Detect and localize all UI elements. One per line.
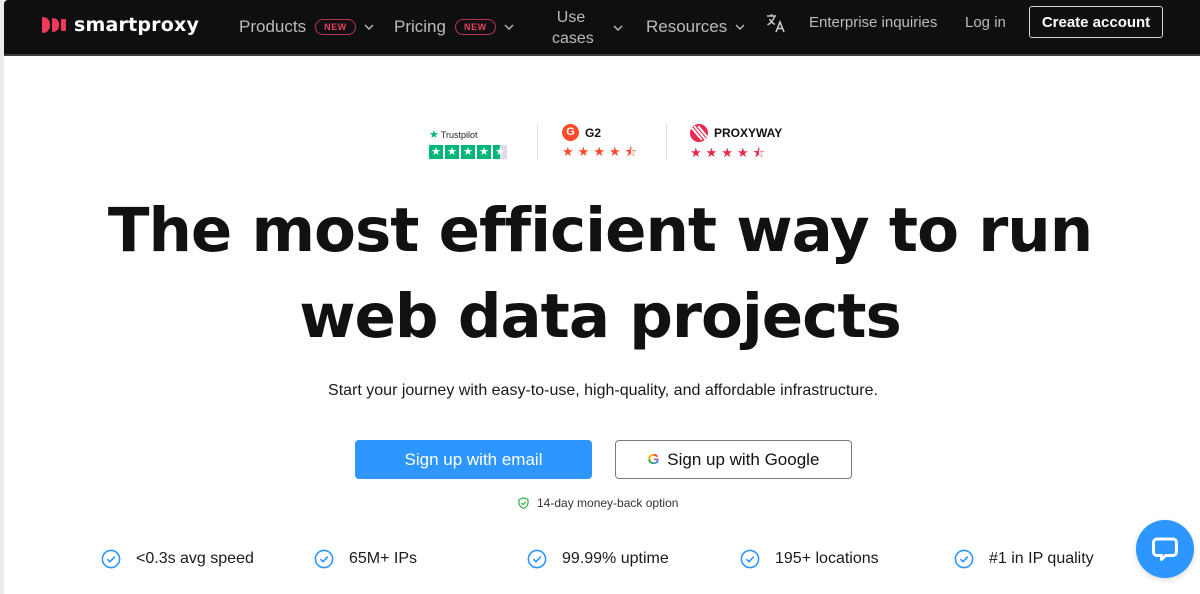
proxyway-rating[interactable]: PROXYWAY ★ ★ ★ ★ ⯪ [690, 124, 782, 160]
nav-pricing[interactable]: Pricing NEW [394, 17, 515, 37]
sign-up-google-button[interactable]: G Sign up with Google [615, 440, 852, 479]
logo-mark-icon [42, 17, 66, 33]
star-icon: ★ [562, 144, 574, 159]
half-star-icon: ⯪ [752, 145, 765, 160]
trustpilot-rating[interactable]: ★ Trustpilot ★ ★ ★ ★ ★ [429, 128, 507, 159]
new-badge: NEW [454, 19, 496, 35]
divider [537, 124, 538, 160]
feature-item: 65M+ IPs [314, 549, 417, 569]
proxyway-stars: ★ ★ ★ ★ ⯪ [690, 146, 782, 160]
star-icon: ★ [461, 145, 475, 159]
check-circle-icon [954, 549, 974, 569]
page-edge [0, 0, 4, 594]
top-navbar: smartproxy Products NEW Pricing NEW Use … [4, 0, 1200, 56]
g2-stars: ★ ★ ★ ★ ⯪ [562, 145, 637, 159]
g2-logo-icon: G [562, 124, 579, 141]
hero-headline: The most efficient way to run web data p… [0, 188, 1200, 360]
shield-check-icon [518, 497, 529, 509]
ratings-bar: ★ Trustpilot ★ ★ ★ ★ ★ G G2 ★ ★ ★ ★ ⯪ PR… [0, 124, 1200, 164]
money-back-note: 14-day money-back option [518, 496, 678, 510]
smartproxy-logo[interactable]: smartproxy [42, 14, 199, 36]
chevron-down-icon [504, 24, 514, 30]
nav-resources[interactable]: Resources [646, 17, 746, 37]
star-icon: ★ [690, 145, 702, 160]
trustpilot-stars: ★ ★ ★ ★ ★ [429, 145, 507, 159]
feature-item: <0.3s avg speed [101, 549, 254, 569]
live-chat-button[interactable] [1136, 520, 1194, 578]
feature-item: 195+ locations [740, 549, 879, 569]
check-circle-icon [314, 549, 334, 569]
feature-label: #1 in IP quality [989, 550, 1094, 567]
money-back-text: 14-day money-back option [537, 496, 679, 510]
nav-use-cases[interactable]: Use cases [552, 7, 624, 49]
nav-products[interactable]: Products NEW [239, 17, 375, 37]
check-circle-icon [527, 549, 547, 569]
proxyway-logo-icon [690, 124, 708, 142]
trustpilot-name: Trustpilot [440, 129, 478, 140]
brand-name: smartproxy [74, 14, 200, 36]
star-icon: ★ [429, 145, 443, 159]
create-account-button[interactable]: Create account [1029, 6, 1163, 38]
star-icon: ★ [445, 145, 459, 159]
nav-use-cases-label: Use cases [552, 9, 594, 47]
nav-resources-label: Resources [646, 17, 728, 36]
star-icon: ★ [721, 145, 733, 160]
sign-up-google-label: Sign up with Google [667, 449, 820, 469]
star-icon: ★ [577, 144, 590, 159]
chevron-down-icon [364, 24, 374, 30]
new-badge: NEW [315, 19, 356, 35]
feature-item: 99.99% uptime [527, 549, 669, 569]
trustpilot-star-icon: ★ [429, 129, 439, 141]
login-link[interactable]: Log in [965, 14, 1006, 31]
star-icon: ★ [705, 145, 718, 160]
check-circle-icon [740, 549, 760, 569]
nav-pricing-label: Pricing [394, 17, 446, 36]
google-icon: G [647, 451, 660, 468]
feature-item: #1 in IP quality [954, 549, 1094, 569]
translate-icon[interactable] [765, 12, 787, 34]
half-star-icon: ★ [493, 145, 507, 159]
star-icon: ★ [593, 144, 605, 159]
feature-label: 195+ locations [775, 550, 879, 567]
features-list: <0.3s avg speed 65M+ IPs 99.99% uptime 1… [0, 549, 1200, 573]
check-circle-icon [101, 549, 121, 569]
g2-rating[interactable]: G G2 ★ ★ ★ ★ ⯪ [562, 124, 637, 159]
star-icon: ★ [477, 145, 491, 159]
half-star-icon: ⯪ [624, 144, 637, 159]
feature-label: <0.3s avg speed [136, 550, 254, 567]
proxyway-name: PROXYWAY [714, 126, 783, 140]
star-icon: ★ [736, 145, 749, 160]
chevron-down-icon [735, 24, 745, 30]
divider [666, 124, 667, 160]
sign-up-email-button[interactable]: Sign up with email [355, 440, 592, 479]
hero-subtitle: Start your journey with easy-to-use, hig… [328, 382, 878, 399]
nav-products-label: Products [239, 17, 307, 36]
enterprise-inquiries-link[interactable]: Enterprise inquiries [809, 14, 937, 31]
g2-name: G2 [585, 125, 602, 140]
headline-line-1: The most efficient way to run [107, 195, 1093, 266]
star-icon: ★ [608, 144, 621, 159]
headline-line-2: web data projects [299, 281, 902, 352]
feature-label: 65M+ IPs [349, 550, 418, 567]
chevron-down-icon [613, 25, 623, 31]
feature-label: 99.99% uptime [562, 550, 669, 567]
chat-bubble-icon [1152, 537, 1178, 561]
